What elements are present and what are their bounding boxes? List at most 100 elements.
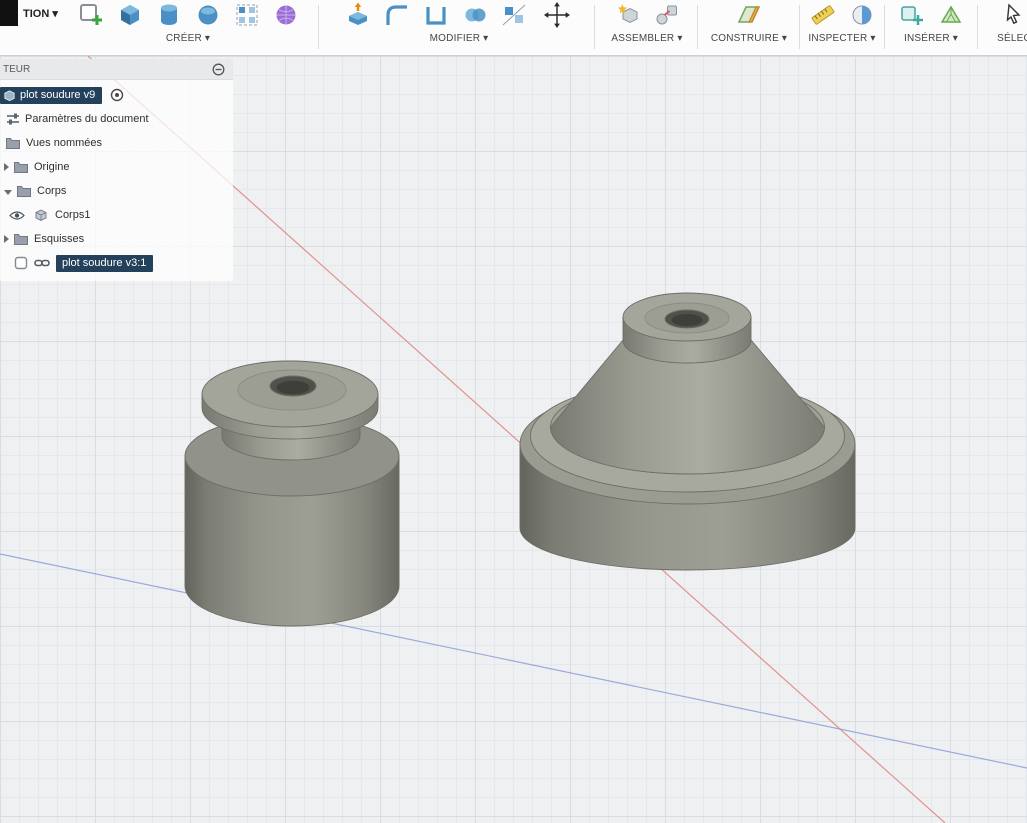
toolbar-group-construct: CONSTRUIRE ▾ xyxy=(702,0,796,44)
section-analysis-button[interactable] xyxy=(849,2,875,28)
move-icon xyxy=(540,2,574,28)
folder-icon xyxy=(14,161,28,173)
expand-caret-icon[interactable] xyxy=(4,163,9,171)
select-cursor-button[interactable] xyxy=(1001,2,1027,28)
construct-menu-label[interactable]: CONSTRUIRE ▾ xyxy=(711,33,787,44)
tree-item-label: Origine xyxy=(34,161,69,173)
tree-item-label: Esquisses xyxy=(34,233,84,245)
construction-plane-button[interactable] xyxy=(736,2,762,28)
move-button[interactable] xyxy=(540,2,574,28)
shell-icon xyxy=(423,2,449,28)
toolbar-separator xyxy=(318,5,319,49)
fusion360-window: TION ▾ xyxy=(0,0,1027,823)
tree-item-document-settings[interactable]: Paramètres du document xyxy=(0,107,233,131)
toolbar-group-assemble: ASSEMBLER ▾ xyxy=(600,0,694,44)
joint-icon xyxy=(654,2,680,28)
press-pull-button[interactable] xyxy=(345,2,371,28)
toolbar-separator xyxy=(799,5,800,49)
folder-icon xyxy=(14,233,28,245)
tree-item-linked-component[interactable]: plot soudure v3:1 xyxy=(0,251,233,275)
browser-panel: TEUR plot soudure v9 xyxy=(0,59,233,281)
create-cylinder-icon xyxy=(156,2,182,28)
tree-item-root-component[interactable]: plot soudure v9 xyxy=(0,83,233,107)
insert-menu-label[interactable]: INSÉRER ▾ xyxy=(904,33,958,44)
sketch-document-icon xyxy=(14,256,28,270)
measure-button[interactable] xyxy=(810,2,836,28)
measure-icon xyxy=(810,2,836,28)
tree-item-label: plot soudure v3:1 xyxy=(62,257,146,269)
create-sketch-button[interactable] xyxy=(78,2,104,28)
tree-item-label: Corps xyxy=(37,185,66,197)
fillet-icon xyxy=(384,2,410,28)
link-icon xyxy=(34,258,50,268)
toolbar-separator xyxy=(977,5,978,49)
press-pull-icon xyxy=(345,2,371,28)
body-icon xyxy=(34,208,48,222)
combine-icon xyxy=(462,2,488,28)
tree-item-label: Corps1 xyxy=(55,209,90,221)
create-pattern-icon xyxy=(234,2,260,28)
toolbar-group-insert: INSÉRER ▾ xyxy=(888,0,974,44)
toolbar-group-inspect: INSPECTER ▾ xyxy=(803,0,881,44)
visibility-eye-icon[interactable] xyxy=(9,210,25,221)
create-form-button[interactable] xyxy=(273,2,299,28)
align-icon xyxy=(501,2,527,28)
insert-derive-icon xyxy=(899,2,925,28)
browser-header-title: TEUR xyxy=(3,64,212,75)
align-button[interactable] xyxy=(501,2,527,28)
create-cylinder-button[interactable] xyxy=(156,2,182,28)
tree-item-bodies-folder[interactable]: Corps xyxy=(0,179,233,203)
root-component-selection: plot soudure v9 xyxy=(0,87,102,104)
toolbar-separator xyxy=(697,5,698,49)
create-sketch-icon xyxy=(78,2,104,28)
folder-icon xyxy=(6,137,20,149)
browser-tree: plot soudure v9 Paramètres du document xyxy=(0,80,233,281)
app-corner-block xyxy=(0,0,18,26)
toolbar: TION ▾ xyxy=(0,0,1027,56)
joint-button[interactable] xyxy=(654,2,680,28)
linked-component-selection: plot soudure v3:1 xyxy=(56,255,153,272)
document-settings-icon xyxy=(6,112,20,126)
viewport-3d-canvas[interactable]: TEUR plot soudure v9 xyxy=(0,56,1027,823)
create-pattern-button[interactable] xyxy=(234,2,260,28)
section-analysis-icon xyxy=(849,2,875,28)
toolbar-separator xyxy=(884,5,885,49)
combine-button[interactable] xyxy=(462,2,488,28)
tree-item-origin[interactable]: Origine xyxy=(0,155,233,179)
insert-mesh-button[interactable] xyxy=(938,2,964,28)
expand-caret-icon[interactable] xyxy=(4,235,9,243)
tree-item-label: plot soudure v9 xyxy=(20,89,95,101)
toolbar-group-select: SÉLEC xyxy=(984,0,1027,44)
modify-menu-label[interactable]: MODIFIER ▾ xyxy=(430,33,489,44)
fillet-button[interactable] xyxy=(384,2,410,28)
construction-plane-icon xyxy=(736,2,762,28)
create-menu-label[interactable]: CRÉER ▾ xyxy=(166,33,210,44)
new-component-button[interactable] xyxy=(615,2,641,28)
tree-item-sketches-folder[interactable]: Esquisses xyxy=(0,227,233,251)
new-component-icon xyxy=(615,2,641,28)
create-box-icon xyxy=(117,2,143,28)
create-sphere-button[interactable] xyxy=(195,2,221,28)
collapse-caret-icon[interactable] xyxy=(4,190,12,195)
tree-item-label: Paramètres du document xyxy=(25,113,149,125)
tree-item-body1[interactable]: Corps1 xyxy=(0,203,233,227)
tree-item-named-views[interactable]: Vues nommées xyxy=(0,131,233,155)
assemble-menu-label[interactable]: ASSEMBLER ▾ xyxy=(611,33,682,44)
create-form-icon xyxy=(273,2,299,28)
insert-derive-button[interactable] xyxy=(899,2,925,28)
tree-item-label: Vues nommées xyxy=(26,137,102,149)
y-axis-line xyxy=(0,554,1027,768)
create-box-button[interactable] xyxy=(117,2,143,28)
create-sphere-icon xyxy=(195,2,221,28)
folder-icon xyxy=(17,185,31,197)
shell-button[interactable] xyxy=(423,2,449,28)
inspect-menu-label[interactable]: INSPECTER ▾ xyxy=(808,33,875,44)
browser-header: TEUR xyxy=(0,59,233,80)
model-part-small-cylinder[interactable] xyxy=(185,361,399,626)
component-icon xyxy=(3,89,16,102)
select-menu-label[interactable]: SÉLEC xyxy=(997,33,1027,44)
collapse-browser-button[interactable] xyxy=(212,63,225,76)
model-part-large-cylinder[interactable] xyxy=(520,293,855,570)
activate-component-radio[interactable] xyxy=(110,88,124,102)
workspace-selector[interactable]: TION ▾ xyxy=(23,7,58,20)
